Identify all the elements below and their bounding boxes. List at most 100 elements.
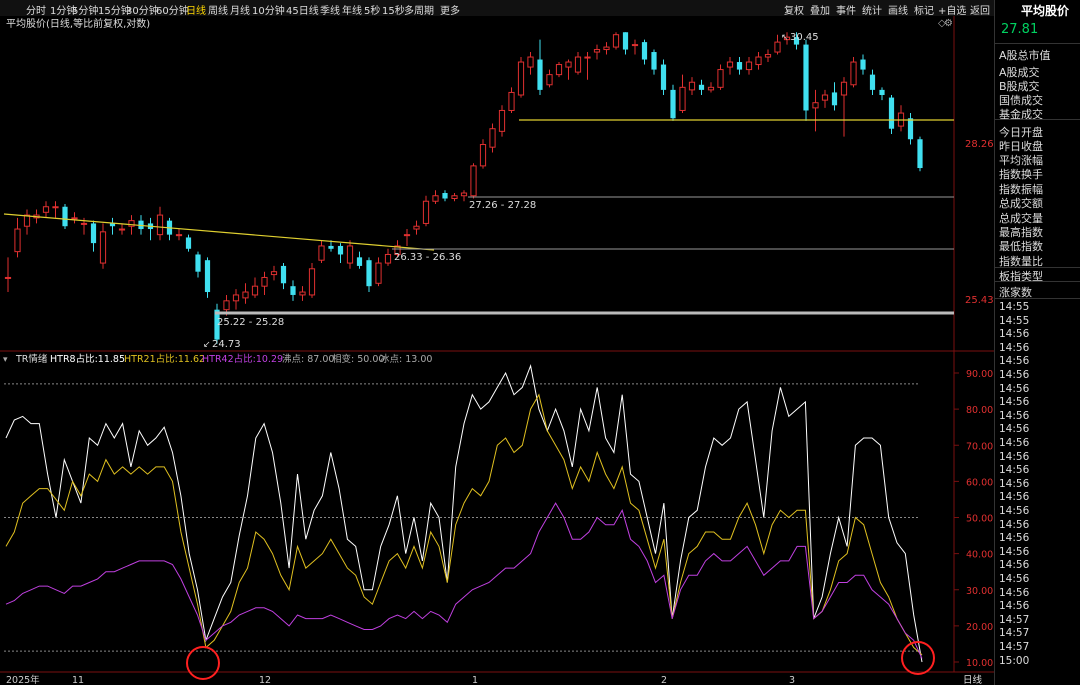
candle-body <box>308 268 316 296</box>
candle-body <box>555 64 563 76</box>
candle-body <box>109 223 116 227</box>
candle-body <box>660 64 667 90</box>
candle-body <box>698 84 705 90</box>
candle-body <box>204 260 211 293</box>
x-label-1: 1 <box>472 675 478 685</box>
candle-body <box>42 206 50 213</box>
candle-body <box>52 206 59 209</box>
panel-item-8[interactable]: 指数换手 <box>999 166 1043 182</box>
panel-item-10[interactable]: 总成交额 <box>999 195 1043 211</box>
indicator-title: TR情绪 <box>15 353 48 365</box>
candle-body <box>631 44 639 47</box>
x-axis: 2025年 11 12 1 2 3 日线 <box>6 674 983 685</box>
tick-time: 14:56 <box>999 382 1030 395</box>
candle-body <box>156 214 164 236</box>
candle-body <box>707 86 715 91</box>
tr-sentiment-lines <box>5 363 923 663</box>
candle-body <box>299 291 306 296</box>
candle-body <box>641 42 648 60</box>
price-label-high: 28.26 <box>965 139 994 150</box>
candle-body <box>603 46 610 51</box>
chart-area: 30.45 24.73 25.22 - 25.28 26.33 - 26.36 27.2… <box>0 16 994 685</box>
candle-body <box>337 245 344 255</box>
low-price-label: 24.73 <box>212 339 241 350</box>
x-label-2025: 2025年 <box>6 674 40 685</box>
indicator-y-tick: 40.00 <box>966 550 993 561</box>
right-panel: 平均股价 27.81 A股总市值 A股成交 B股成交 国债成交 基金成交 今日开盘 昨日收盘… <box>994 0 1080 685</box>
period-label: 日线 <box>963 674 983 685</box>
candle-body <box>318 245 325 261</box>
candle-body <box>745 61 753 71</box>
candle-body <box>223 300 230 311</box>
indicator-y-tick: 70.00 <box>966 441 993 452</box>
index-price: 27.81 <box>1001 22 1039 37</box>
low-arrow-icon: ↙ <box>203 340 211 350</box>
tick-time: 14:56 <box>999 600 1030 613</box>
candle-body <box>251 285 259 296</box>
trend-line[interactable] <box>3 213 435 251</box>
candle-body <box>118 228 126 231</box>
candle-body <box>99 231 107 264</box>
indicator-collapse-icon[interactable]: ▾ <box>3 355 8 365</box>
indicator-y-axis: 90.00 80.00 70.00 60.00 50.00 40.00 30.00 20.00… <box>954 369 993 669</box>
panel-item-0[interactable]: A股总市值 <box>999 47 1051 63</box>
candle-body <box>442 193 448 199</box>
candle-body <box>755 56 762 66</box>
tick-time: 14:55 <box>999 301 1030 313</box>
candle-body <box>23 214 31 227</box>
tick-time: 14:56 <box>999 586 1030 599</box>
settings-gear-icon[interactable]: ⚙ <box>944 18 953 29</box>
panel-separator <box>995 267 1080 268</box>
tick-time: 14:56 <box>999 409 1030 422</box>
candle-body <box>366 260 372 287</box>
high-price-label: 30.45 <box>790 32 819 43</box>
candle-body <box>821 94 829 101</box>
legend-htr8-value: 11.85 <box>98 354 125 365</box>
candle-body <box>612 34 620 48</box>
tick-time: 14:57 <box>999 641 1030 653</box>
series-line-2 <box>5 502 923 659</box>
candle-body <box>489 128 496 148</box>
tick-time: 14:56 <box>999 423 1030 436</box>
range-label-25: 25.22 - 25.28 <box>217 317 284 328</box>
tick-time: 14:56 <box>999 518 1030 531</box>
candle-body <box>803 44 809 111</box>
candle-body <box>869 74 876 90</box>
candle-body <box>850 61 857 86</box>
tick-time: 14:56 <box>999 355 1030 368</box>
legend-htr21: HTR21占比:11.62 <box>124 353 205 365</box>
candle-body <box>726 61 734 68</box>
tick-time: 14:56 <box>999 559 1030 572</box>
candle-body <box>688 81 696 91</box>
panel-separator <box>995 298 1080 299</box>
tick-time: 14:57 <box>999 613 1030 626</box>
candle-body <box>270 271 278 276</box>
candle-body <box>917 139 923 169</box>
candle-body <box>888 97 895 129</box>
candle-body <box>80 222 88 225</box>
candle-body <box>90 223 97 244</box>
tick-time: 14:56 <box>999 505 1030 517</box>
candle-body <box>812 102 819 109</box>
tick-time: 14:56 <box>999 545 1030 558</box>
candle-body <box>764 54 772 58</box>
x-label-3: 3 <box>789 675 795 685</box>
candle-body <box>527 56 534 68</box>
tick-time: 14:56 <box>999 573 1030 585</box>
indicator-y-tick: 90.00 <box>966 369 993 380</box>
candle-body <box>232 294 240 302</box>
candle-body <box>328 245 334 249</box>
candle-body <box>290 286 296 295</box>
indicator-y-tick: 30.00 <box>966 586 993 597</box>
candle-body <box>62 206 68 227</box>
index-title: 平均股价 <box>1021 4 1070 18</box>
tick-time: 15:00 <box>999 654 1030 667</box>
candle-body <box>574 56 582 73</box>
candle-body <box>860 59 866 70</box>
candle-body <box>774 41 781 53</box>
panel-item-13[interactable]: 最低指数 <box>999 238 1043 254</box>
indicator-y-tick: 60.00 <box>966 477 993 488</box>
candle-body <box>517 61 525 96</box>
candle-body <box>280 265 287 284</box>
legend-htr21-value: 11.62 <box>178 354 205 365</box>
